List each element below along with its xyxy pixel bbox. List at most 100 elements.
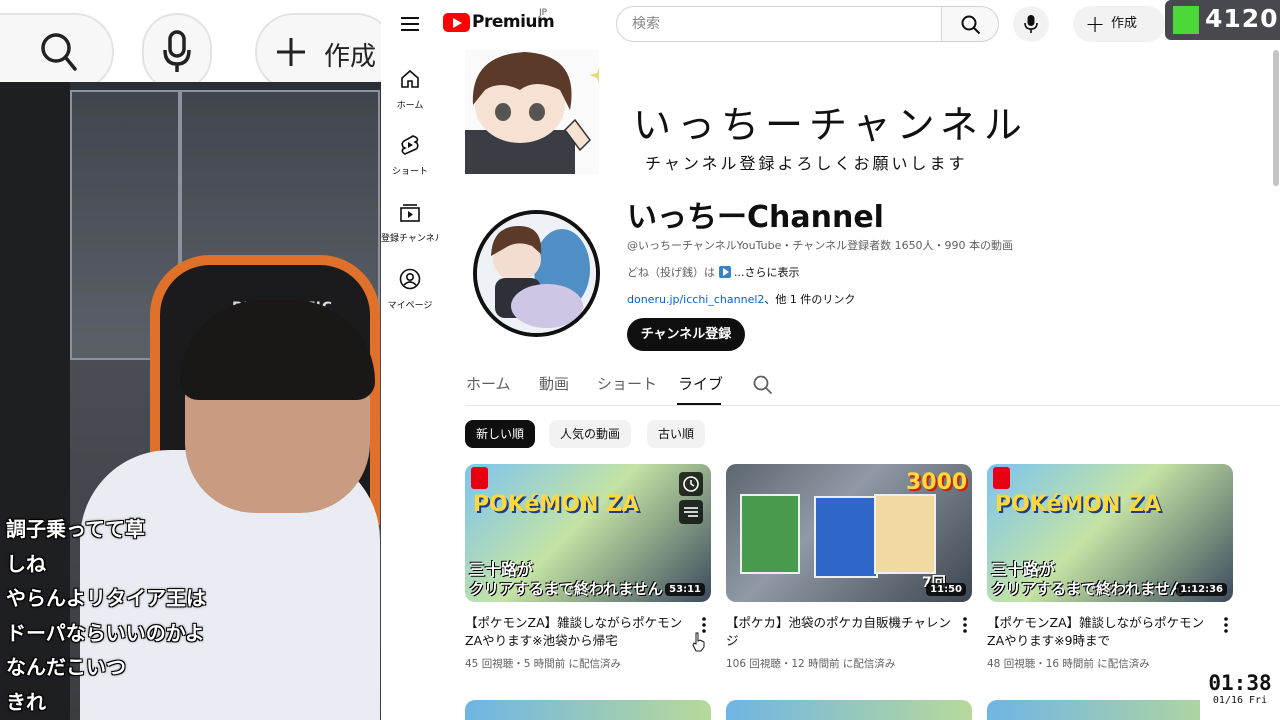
channel-name: いっちーChannel (627, 200, 884, 235)
nav-item-label: ショート (391, 167, 428, 177)
active-tab-indicator (677, 403, 721, 405)
nav-item-label: ホーム (396, 101, 424, 111)
chat-comments: 調子乗ってて草 しね やらんよリタイア王は ドーパならいいのかよ なんだこいつ … (6, 512, 206, 719)
video-duration: 1:12:36 (1176, 583, 1227, 596)
show-more-link[interactable]: ...さらに表示 (734, 266, 800, 279)
channel-link[interactable]: doneru.jp/icchi_channel2 (627, 293, 764, 306)
nav-item-you[interactable]: マイページ (381, 268, 439, 311)
plus-icon: + (1085, 10, 1106, 38)
viewer-count-badge: 4120 (1165, 0, 1280, 40)
video-meta: 45 回視聴・5 時間前 に配信済み (465, 658, 622, 670)
create-label: 作成 (1111, 16, 1138, 31)
video-thumbnail-partial[interactable] (465, 700, 711, 720)
thumbnail-caption: クリアするまで終われません (469, 580, 663, 598)
chip-popular[interactable]: 人気の動画 (549, 420, 632, 448)
thumbnail-brand: POKéMON ZA (995, 492, 1162, 517)
watch-later-icon[interactable] (679, 472, 703, 496)
other-links[interactable]: 、他 1 件のリンク (764, 293, 855, 306)
video-duration: 53:11 (665, 583, 705, 596)
youtube-premium-logo[interactable]: Premium JP (443, 8, 555, 32)
viewer-count: 4120 (1205, 4, 1279, 33)
video-title[interactable]: 【ポケカ】池袋のポケカ自販機チャレンジ (726, 614, 951, 650)
chat-comment: しね (6, 551, 46, 576)
logo-region: JP (539, 8, 548, 18)
card-image (814, 496, 878, 578)
banner-subtitle: チャンネル登録よろしくお願いします (645, 154, 968, 173)
zoomed-mic-icon (163, 30, 191, 72)
switch-badge-icon (993, 467, 1010, 489)
add-to-queue-icon[interactable] (679, 500, 703, 524)
video-card[interactable]: POKéMON ZA 三十路が クリアするまで終われません 53:11 【ポケモ… (465, 464, 711, 670)
chat-comment: なんだこいつ (6, 655, 126, 679)
more-options-icon[interactable] (1219, 616, 1233, 634)
search-input[interactable]: 検索 (616, 6, 942, 42)
zoomed-toolbar: 作成 (0, 0, 381, 91)
chat-comment: きれ (6, 689, 46, 714)
hand-cursor-icon (692, 632, 705, 652)
nav-item-home[interactable]: ホーム (381, 68, 439, 111)
masthead: Premium JP 検索 + 作成 4120 (381, 0, 1280, 48)
voice-search-button[interactable] (1013, 6, 1049, 42)
nav-item-subscriptions[interactable]: 登録チャンネル (381, 201, 439, 244)
youtube-play-icon (443, 12, 470, 32)
subscriptions-icon (400, 204, 420, 222)
thumbnail-caption: 三十路が (469, 560, 534, 579)
tab-live[interactable]: ライブ (678, 373, 723, 394)
channel-description[interactable]: どね（投げ銭）は ...さらに表示 (627, 264, 800, 280)
tab-videos[interactable]: 動画 (539, 373, 569, 394)
menu-icon[interactable] (399, 14, 421, 34)
banner-illustration (465, 50, 599, 174)
video-thumbnail[interactable]: 3000 7回 11:50 (726, 464, 972, 602)
channel-avatar[interactable] (473, 210, 600, 337)
zoomed-search-icon (41, 33, 77, 71)
banner-title: いっちーチャンネル (633, 103, 1028, 147)
shorts-icon (401, 135, 419, 155)
switch-badge-icon (471, 467, 488, 489)
chip-oldest[interactable]: 古い順 (647, 420, 706, 448)
create-button[interactable]: + 作成 (1073, 6, 1165, 42)
video-card[interactable]: 3000 7回 11:50 【ポケカ】池袋のポケカ自販機チャレンジ 106 回視… (726, 464, 972, 670)
zoomed-plus-icon (277, 38, 305, 66)
page-scrollbar[interactable] (1273, 50, 1279, 186)
description-text: どね（投げ銭）は (627, 266, 715, 279)
video-thumbnail-partial[interactable] (726, 700, 972, 720)
thumbnail-caption: 三十路が (991, 560, 1056, 579)
video-thumbnail-partial[interactable] (987, 700, 1233, 720)
chat-comment: ドーパならいいのかよ (6, 620, 205, 645)
thumbnail-brand: POKéMON ZA (473, 492, 640, 517)
video-thumbnail[interactable]: POKéMON ZA 三十路が クリアするまで終われません 1:12:36 (987, 464, 1233, 602)
video-title[interactable]: 【ポケモンZA】雑談しながらポケモンZAやります※9時まで (987, 614, 1212, 650)
channel-meta: @いっちーチャンネルYouTube・チャンネル登録者数 1650人・990 本の… (627, 239, 1014, 252)
channel-links: doneru.jp/icchi_channel2、他 1 件のリンク (627, 291, 855, 307)
search-icon (961, 15, 981, 35)
video-card[interactable]: POKéMON ZA 三十路が クリアするまで終われません 1:12:36 【ポ… (987, 464, 1233, 670)
more-options-icon[interactable] (958, 616, 972, 634)
video-meta: 48 回視聴・16 時間前 に配信済み (987, 658, 1150, 670)
chip-newest[interactable]: 新しい順 (465, 420, 536, 448)
card-image (740, 494, 800, 574)
stream-clock: 01:38 01/16 Fri (1200, 671, 1280, 720)
video-title[interactable]: 【ポケモンZA】雑談しながらポケモンZAやります※池袋から帰宅 (465, 614, 690, 650)
kick-logo-icon (1173, 6, 1199, 34)
chat-comment: やらんよリタイア王は (6, 586, 206, 610)
screen: 作成 PRAGMATIC 調子乗ってて草 しね やらんよリタイア王は ドーパなら… (0, 0, 1280, 720)
nav-item-shorts[interactable]: ショート (381, 134, 439, 177)
mic-icon (1024, 15, 1038, 33)
card-image (874, 494, 936, 574)
thumbnail-caption: 3000 (906, 470, 968, 495)
thumbnail-caption: クリアするまで終われません (991, 580, 1185, 598)
webcam-overlay: 作成 PRAGMATIC 調子乗ってて草 しね やらんよリタイア王は ドーパなら… (0, 0, 381, 720)
home-icon (401, 69, 419, 88)
video-thumbnail[interactable]: POKéMON ZA 三十路が クリアするまで終われません 53:11 (465, 464, 711, 602)
subscribe-button[interactable]: チャンネル登録 (627, 318, 745, 351)
channel-tabs: ホーム 動画 ショート ライブ (465, 370, 1280, 406)
nav-item-label: マイページ (387, 301, 433, 311)
tab-shorts[interactable]: ショート (597, 373, 657, 394)
channel-search-icon[interactable] (753, 375, 773, 395)
channel-banner: いっちーチャンネル チャンネル登録よろしくお願いします (465, 50, 1273, 174)
search-button[interactable] (941, 6, 999, 42)
youtube-page: Premium JP 検索 + 作成 4120 ホーム ショート 登録チャンネル… (381, 0, 1280, 720)
tab-home[interactable]: ホーム (466, 373, 511, 394)
play-emoji-icon (718, 266, 731, 278)
nav-item-label: 登録チャンネル (381, 234, 439, 244)
